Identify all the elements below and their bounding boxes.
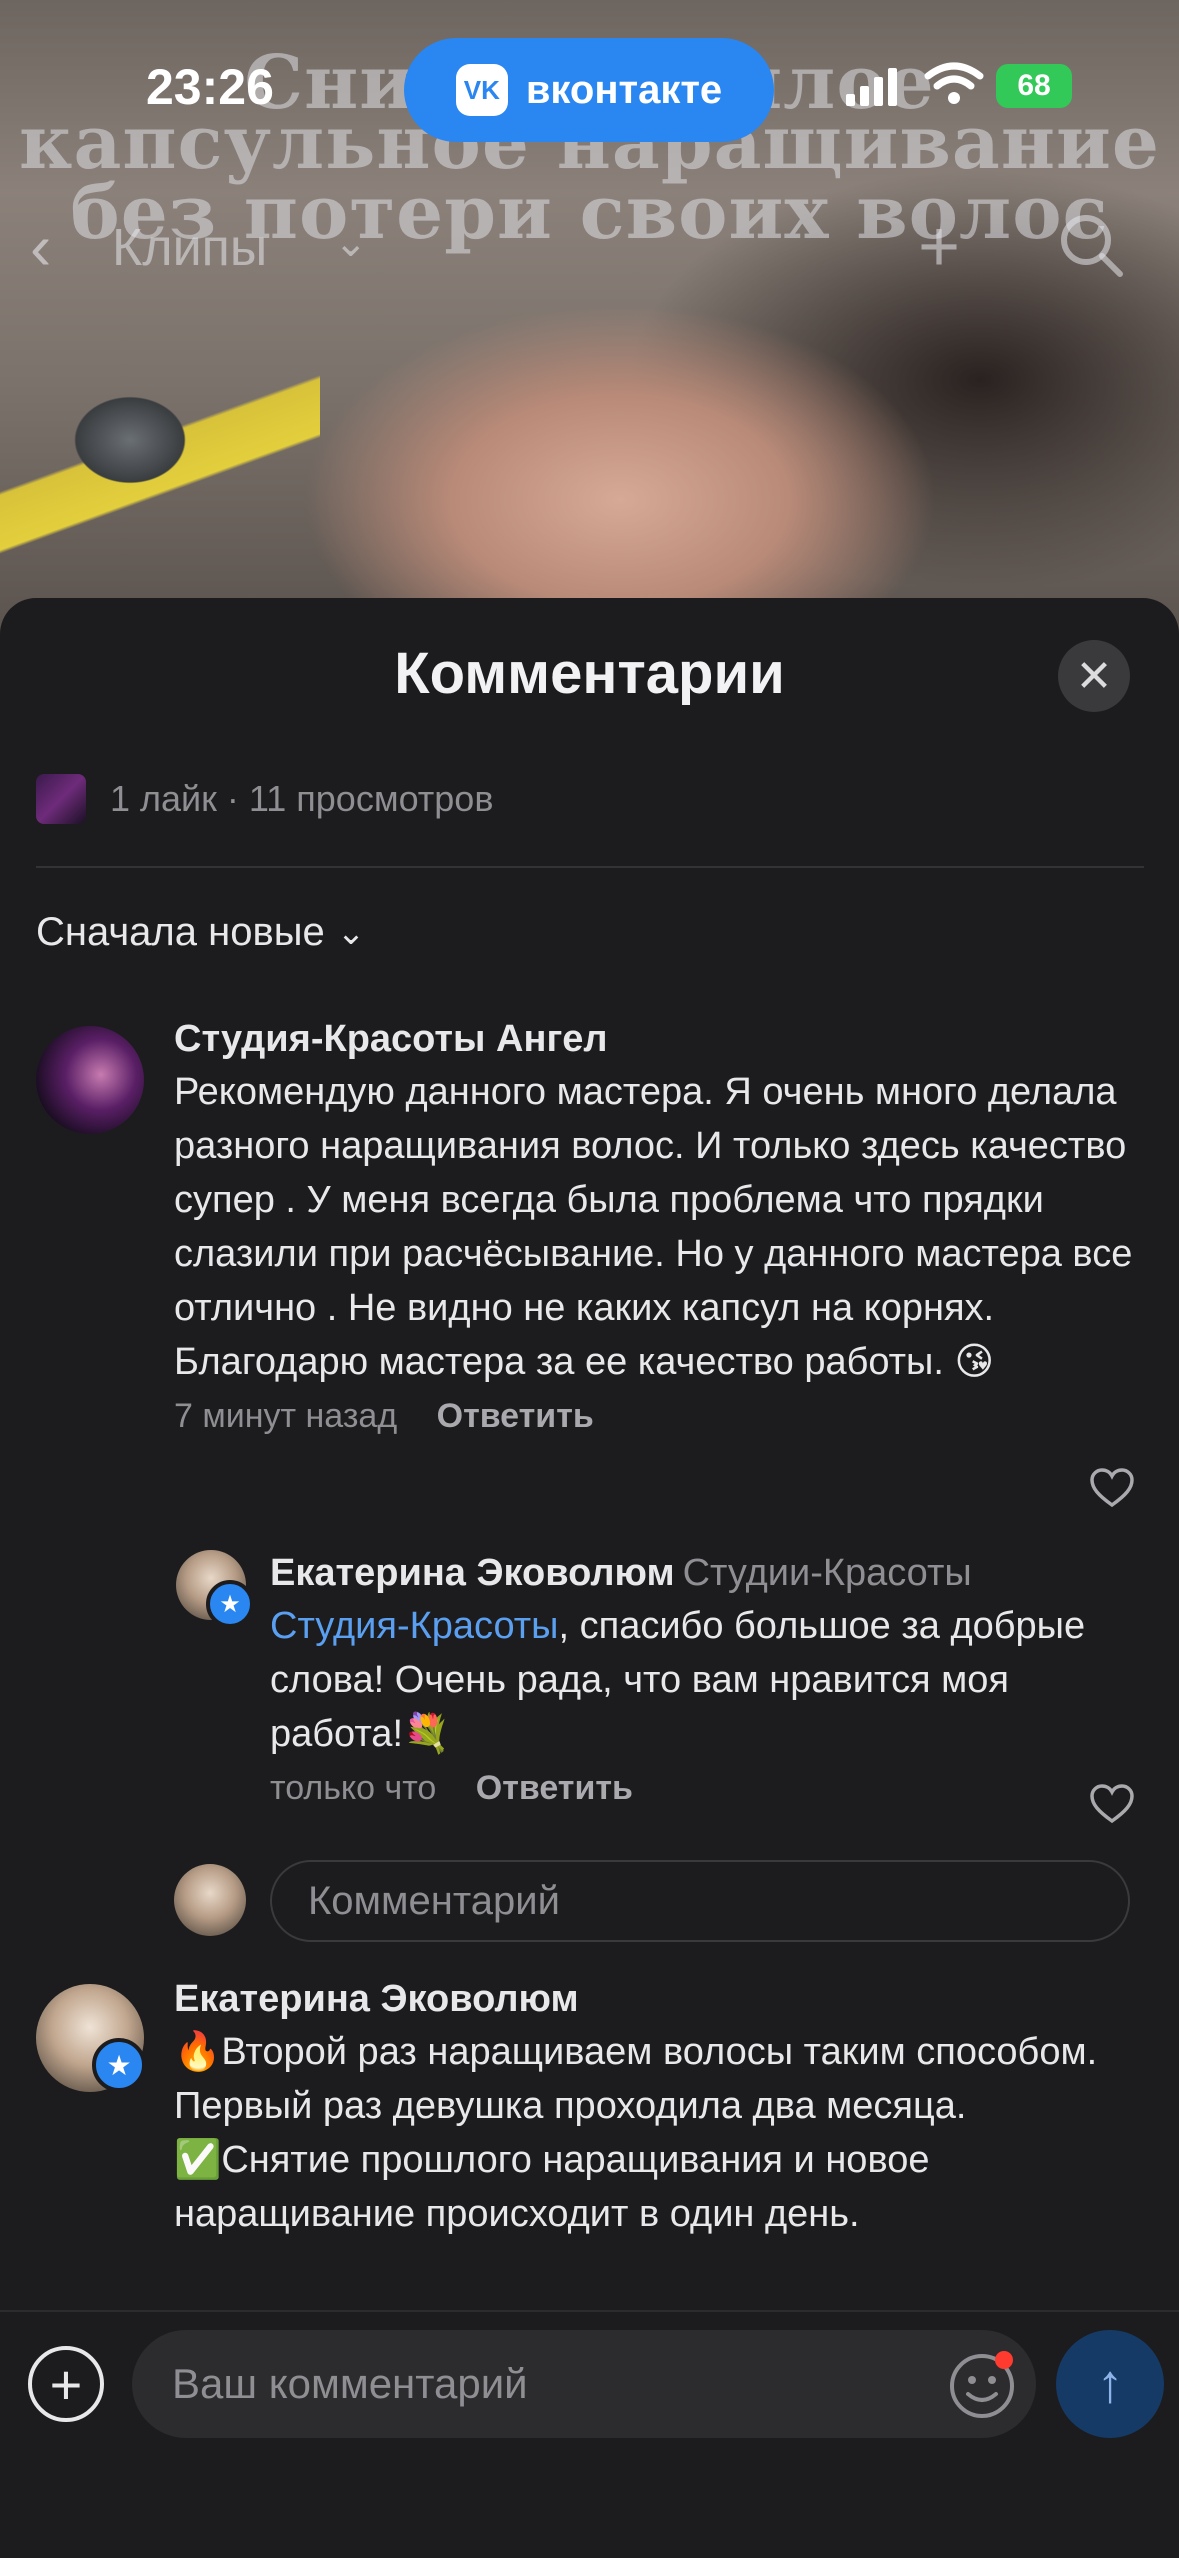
comment-input[interactable]: Ваш комментарий	[132, 2330, 1036, 2438]
avatar[interactable]	[36, 1026, 144, 1134]
comment-author: Екатерина Эковолюм Студии-Красоты	[270, 1552, 1150, 1595]
sort-label: Сначала новые	[36, 910, 325, 954]
comment-text: Рекомендую данного мастера. Я очень мног…	[174, 1071, 1133, 1383]
comment-time: только что	[270, 1769, 437, 1807]
comment-meta: только что Ответить	[270, 1769, 1150, 1808]
battery-indicator: 68	[996, 64, 1072, 108]
sort-dropdown[interactable]: Сначала новые ⌄	[36, 910, 365, 955]
reply-item: Екатерина Эковолюм Студии-Красоты Студия-…	[270, 1552, 1150, 1808]
reply-to-label: Студии-Красоты	[682, 1552, 972, 1594]
own-avatar	[174, 1864, 246, 1936]
plus-icon[interactable]: +	[918, 206, 960, 288]
battery-level: 68	[1017, 69, 1051, 102]
comment-time: 7 минут назад	[174, 1397, 398, 1435]
comment-composer: + Ваш комментарий ↑	[0, 2310, 1179, 2558]
emoji-icon[interactable]	[946, 2348, 1018, 2420]
clips-nav-bar: ‹ Клипы ⌄ +	[0, 190, 1179, 300]
reply-author-name[interactable]: Екатерина Эковолюм	[270, 1552, 675, 1594]
divider	[36, 866, 1144, 868]
video-tool-shape	[0, 330, 320, 590]
vk-logo-icon: VK	[455, 64, 508, 116]
comment-author[interactable]: Екатерина Эковолюм	[174, 1978, 1134, 2021]
comment-item: Екатерина Эковолюм 🔥Второй раз наращивае…	[174, 1978, 1134, 2241]
comment-text: 🔥Второй раз наращиваем волосы таким спос…	[174, 2031, 1098, 2127]
close-icon: ✕	[1075, 651, 1113, 701]
heart-icon[interactable]	[1090, 1468, 1134, 1508]
verified-star-icon: ★	[206, 1580, 254, 1628]
verified-star-icon: ★	[92, 2038, 146, 2092]
reply-button[interactable]: Ответить	[437, 1397, 594, 1435]
arrow-up-icon: ↑	[1096, 2354, 1124, 2414]
chevron-down-icon: ⌄	[336, 913, 366, 952]
send-button[interactable]: ↑	[1056, 2330, 1164, 2438]
cellular-signal-icon	[846, 68, 897, 106]
comment-author[interactable]: Студия-Красоты Ангел	[174, 1018, 1134, 1061]
return-to-app-pill[interactable]: VK вконтакте	[404, 38, 774, 142]
wifi-icon	[924, 62, 984, 104]
sheet-title: Комментарии	[394, 641, 785, 706]
status-bar: 23:26 VK вконтакте 68	[0, 0, 1179, 150]
back-chevron-icon[interactable]: ‹	[30, 210, 90, 283]
chevron-down-icon[interactable]: ⌄	[334, 220, 368, 266]
app-pill-label: вконтакте	[525, 67, 723, 112]
status-time: 23:26	[146, 59, 274, 115]
add-attachment-button[interactable]: +	[28, 2346, 104, 2422]
clip-thumbnail	[36, 774, 86, 824]
likes-views-text: 1 лайк · 11 просмотров	[110, 778, 494, 819]
reply-button[interactable]: Ответить	[476, 1769, 633, 1807]
comments-sheet: Комментарии ✕ 1 лайк · 11 просмотров Сна…	[0, 598, 1179, 2556]
search-icon[interactable]	[1056, 210, 1126, 280]
heart-icon[interactable]	[1090, 1784, 1134, 1824]
reply-input[interactable]: Комментарий	[270, 1860, 1130, 1942]
clip-stats: 1 лайк · 11 просмотров	[36, 774, 493, 824]
clips-title[interactable]: Клипы	[112, 218, 267, 278]
close-button[interactable]: ✕	[1058, 640, 1130, 712]
comment-text: Студия-Красоты, спасибо большое за добры…	[270, 1599, 1150, 1761]
comment-text: ✅Снятие прошлого наращивания и новое нар…	[174, 2139, 930, 2235]
plus-icon: +	[49, 2352, 83, 2416]
comment-item: Студия-Красоты Ангел Рекомендую данного …	[174, 1018, 1134, 1436]
mention-link[interactable]: Студия-Красоты	[270, 1605, 559, 1647]
comment-meta: 7 минут назад Ответить	[174, 1397, 1134, 1436]
